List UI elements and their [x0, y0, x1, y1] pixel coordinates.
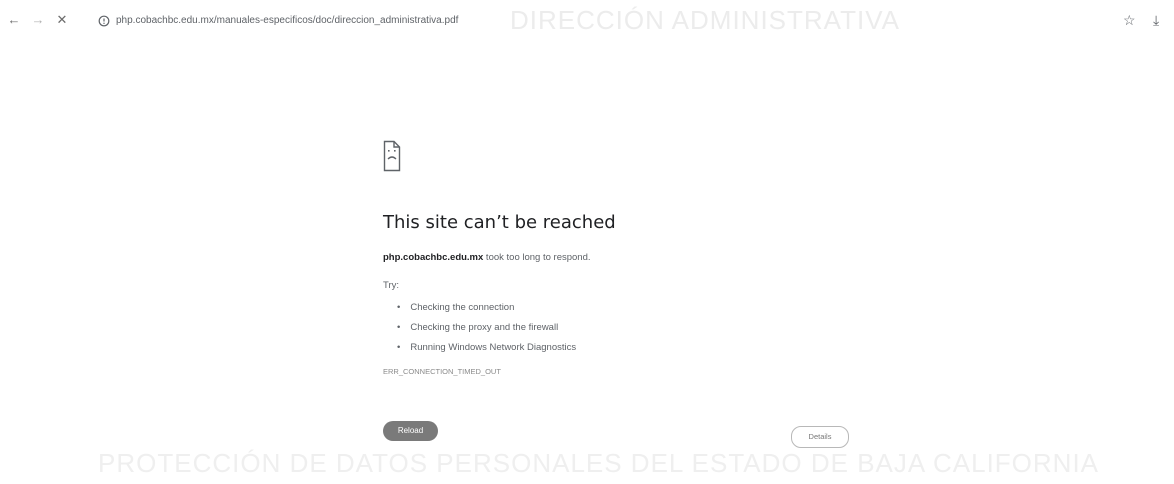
stop-loading-icon[interactable]: ✕ — [54, 12, 70, 28]
back-icon[interactable]: ← — [6, 12, 22, 28]
background-page-title: DIRECCIÓN ADMINISTRATIVA — [510, 5, 900, 35]
error-title: This site can’t be reached — [383, 212, 616, 233]
suggestion-item: Checking the connection — [397, 298, 576, 318]
sad-page-icon — [383, 140, 401, 172]
forward-icon[interactable]: → — [30, 12, 46, 28]
details-button[interactable]: Details — [791, 426, 849, 448]
error-message: php.cobachbc.edu.mx took too long to res… — [383, 252, 591, 263]
suggestion-item[interactable]: Running Windows Network Diagnostics — [397, 338, 576, 358]
error-host: php.cobachbc.edu.mx — [383, 252, 484, 263]
background-page-footer: PROTECCIÓN DE DATOS PERSONALES DEL ESTAD… — [98, 448, 1100, 478]
try-label: Try: — [383, 280, 400, 291]
site-info-icon[interactable] — [98, 14, 110, 27]
download-icon[interactable]: ⤓ — [1153, 12, 1159, 28]
error-message-text: took too long to respond. — [483, 252, 591, 263]
reload-button[interactable]: Reload — [383, 421, 438, 441]
bookmark-star-icon[interactable]: ☆ — [1123, 12, 1136, 28]
browser-toolbar: ← → ✕ php.cobachbc.edu.mx/manuales-espec… — [0, 0, 1174, 40]
url-text: php.cobachbc.edu.mx/manuales-especificos… — [116, 14, 459, 26]
error-code: ERR_CONNECTION_TIMED_OUT — [383, 367, 501, 376]
suggestions-list: Checking the connection Checking the pro… — [397, 298, 576, 358]
suggestion-item: Checking the proxy and the firewall — [397, 318, 576, 338]
